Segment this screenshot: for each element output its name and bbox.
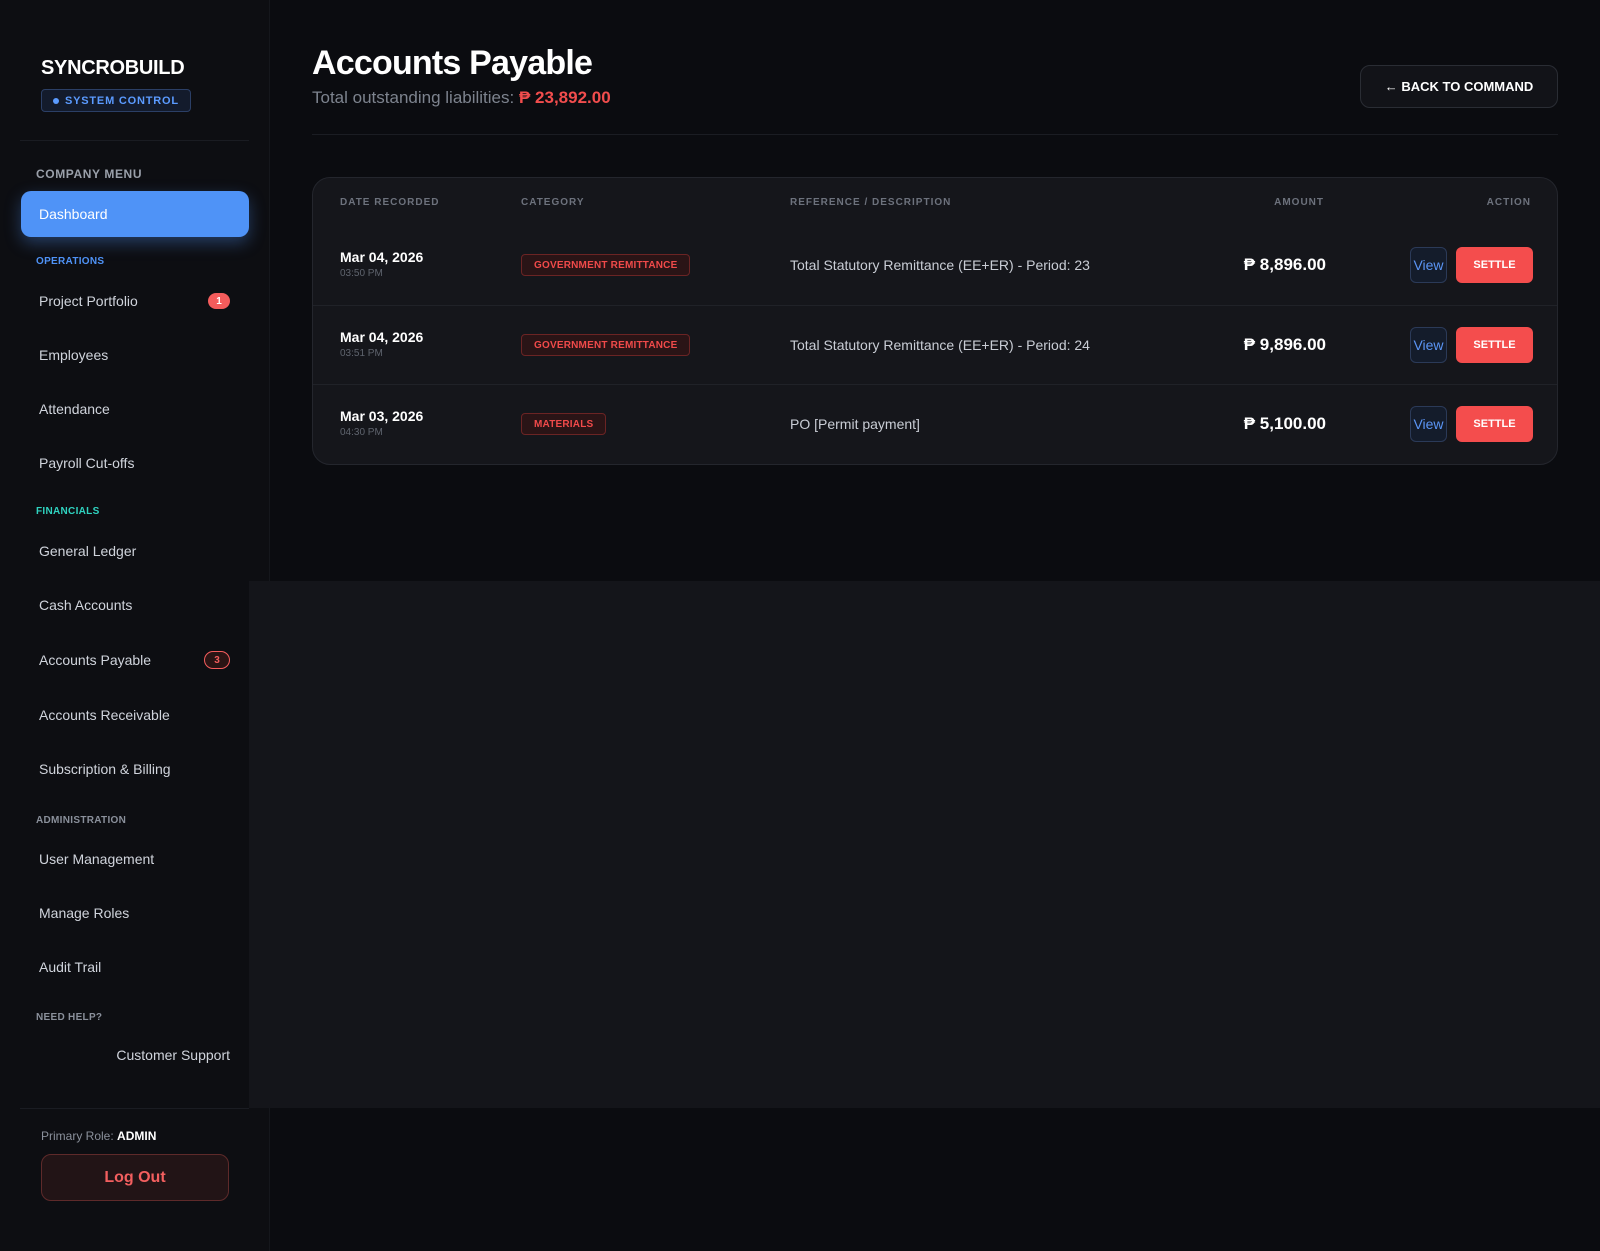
payables-table: DATE RECORDED CATEGORY REFERENCE / DESCR… [312, 177, 1558, 465]
column-header-category: CATEGORY [521, 197, 585, 208]
page-title: Accounts Payable [312, 44, 593, 82]
sidebar-item-dashboard[interactable]: Dashboard [21, 191, 249, 237]
sidebar-item-cash-accounts[interactable]: Cash Accounts [21, 582, 249, 628]
view-button[interactable]: View [1410, 247, 1447, 283]
sidebar-footer-divider [20, 1108, 249, 1109]
sidebar: SYNCROBUILD SYSTEM CONTROL COMPANY MENU … [0, 0, 270, 1251]
system-control-label: SYSTEM CONTROL [65, 94, 179, 107]
back-to-command-button[interactable]: ← BACK TO COMMAND [1360, 65, 1558, 108]
sidebar-item-label: Accounts Payable [39, 652, 152, 668]
category-badge: MATERIALS [521, 413, 607, 435]
company-menu-title: COMPANY MENU [36, 167, 143, 181]
customer-support-link[interactable]: Customer Support [116, 1047, 230, 1063]
sidebar-item-project-portfolio[interactable]: Project Portfolio 1 [21, 278, 249, 324]
section-operations: OPERATIONS [36, 256, 105, 267]
sidebar-item-label: Audit Trail [39, 959, 102, 975]
section-administration: ADMINISTRATION [36, 815, 127, 826]
view-button[interactable]: View [1410, 327, 1447, 363]
table-row: Mar 04, 2026 03:51 PM GOVERNMENT REMITTA… [313, 305, 1557, 384]
outstanding-label: Total outstanding liabilities: [312, 88, 515, 107]
row-time: 03:50 PM [340, 268, 383, 279]
sidebar-item-payroll-cutoffs[interactable]: Payroll Cut-offs [21, 440, 249, 486]
sidebar-item-label: Accounts Receivable [39, 707, 170, 723]
column-header-description: REFERENCE / DESCRIPTION [790, 197, 952, 208]
brand: SYNCROBUILD SYSTEM CONTROL [41, 57, 191, 112]
sidebar-item-accounts-receivable[interactable]: Accounts Receivable [21, 692, 249, 738]
column-header-action: ACTION [1486, 197, 1531, 208]
content-lower-panel [249, 581, 1600, 1108]
sidebar-item-user-management[interactable]: User Management [21, 836, 249, 882]
category-badge: GOVERNMENT REMITTANCE [521, 334, 691, 356]
category-badge: GOVERNMENT REMITTANCE [521, 254, 691, 276]
settle-button[interactable]: SETTLE [1456, 247, 1533, 283]
row-amount: ₱ 9,896.00 [1243, 335, 1326, 354]
sidebar-divider [20, 140, 249, 141]
sidebar-item-label: Payroll Cut-offs [39, 455, 135, 471]
primary-role: Primary Role: ADMIN [41, 1129, 156, 1143]
sidebar-item-label: User Management [39, 851, 155, 867]
sidebar-item-attendance[interactable]: Attendance [21, 386, 249, 432]
header-divider [312, 134, 1558, 135]
row-time: 03:51 PM [340, 348, 383, 359]
sidebar-item-label: Manage Roles [39, 905, 130, 921]
section-need-help: NEED HELP? [36, 1012, 103, 1023]
row-description: Total Statutory Remittance (EE+ER) - Per… [790, 337, 1090, 353]
sidebar-item-label: General Ledger [39, 543, 137, 559]
row-description: PO [Permit payment] [790, 416, 920, 432]
table-row: Mar 04, 2026 03:50 PM GOVERNMENT REMITTA… [313, 226, 1557, 305]
brand-name: SYNCROBUILD [41, 57, 185, 79]
page-subtitle: Total outstanding liabilities: ₱ 23,892.… [312, 88, 611, 108]
accounts-payable-count-badge: 3 [204, 651, 230, 669]
row-amount: ₱ 8,896.00 [1243, 255, 1326, 274]
project-portfolio-count-badge: 1 [208, 293, 230, 309]
sidebar-item-subscription-billing[interactable]: Subscription & Billing [21, 746, 249, 792]
sidebar-item-audit-trail[interactable]: Audit Trail [21, 944, 249, 990]
system-control-badge: SYSTEM CONTROL [41, 89, 191, 112]
row-date: Mar 03, 2026 [340, 408, 424, 424]
sidebar-item-label: Employees [39, 347, 109, 363]
sidebar-item-label: Dashboard [39, 206, 108, 222]
table-row: Mar 03, 2026 04:30 PM MATERIALS PO [Perm… [313, 384, 1557, 463]
row-date: Mar 04, 2026 [340, 249, 424, 265]
settle-button[interactable]: SETTLE [1456, 327, 1533, 363]
sidebar-item-label: Attendance [39, 401, 110, 417]
primary-role-label: Primary Role: [41, 1129, 114, 1143]
section-financials: FINANCIALS [36, 506, 100, 517]
logout-button[interactable]: Log Out [41, 1154, 229, 1201]
primary-role-value: ADMIN [117, 1129, 157, 1143]
status-dot-icon [53, 97, 59, 104]
sidebar-item-employees[interactable]: Employees [21, 332, 249, 378]
sidebar-item-label: Project Portfolio [39, 293, 138, 309]
view-button[interactable]: View [1410, 406, 1447, 442]
outstanding-amount: ₱ 23,892.00 [518, 88, 611, 107]
sidebar-item-manage-roles[interactable]: Manage Roles [21, 890, 249, 936]
row-description: Total Statutory Remittance (EE+ER) - Per… [790, 257, 1090, 273]
sidebar-item-label: Cash Accounts [39, 597, 133, 613]
column-header-date: DATE RECORDED [340, 197, 440, 208]
column-header-amount: AMOUNT [1274, 197, 1324, 208]
row-time: 04:30 PM [340, 427, 383, 438]
sidebar-item-label: Subscription & Billing [39, 761, 171, 777]
sidebar-item-accounts-payable[interactable]: Accounts Payable 3 [21, 637, 249, 683]
row-amount: ₱ 5,100.00 [1243, 414, 1326, 433]
row-date: Mar 04, 2026 [340, 329, 424, 345]
settle-button[interactable]: SETTLE [1456, 406, 1533, 442]
sidebar-item-general-ledger[interactable]: General Ledger [21, 528, 249, 574]
